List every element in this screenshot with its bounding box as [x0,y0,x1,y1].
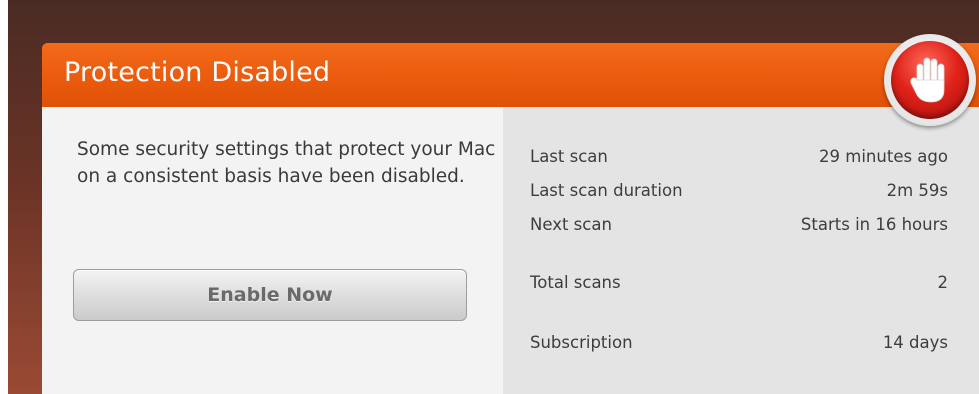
stat-row-subscription: Subscription 14 days [530,333,948,361]
scan-stats-section: Last scan 29 minutes ago Last scan durat… [503,107,979,394]
stat-value: 29 minutes ago [819,147,948,166]
protection-status-panel: Protection Disabled Some security settin… [42,43,979,394]
enable-now-button-label: Enable Now [207,284,333,306]
stat-value: 2m 59s [886,181,948,200]
stat-row-last-scan-duration: Last scan duration 2m 59s [530,181,948,209]
stat-label: Next scan [530,215,612,234]
hand-icon [910,57,945,103]
stat-label: Subscription [530,333,633,352]
status-message: Some security settings that protect your… [77,139,496,187]
stat-label: Total scans [530,273,621,292]
stat-value: Starts in 16 hours [800,215,948,234]
stat-row-total-scans: Total scans 2 [530,273,948,301]
stat-label: Last scan [530,147,608,166]
stat-value: 14 days [882,333,948,352]
stat-value: 2 [937,273,949,292]
stat-row-next-scan: Next scan Starts in 16 hours [530,215,948,243]
stop-badge-inner [891,41,969,119]
page-title: Protection Disabled [64,57,331,88]
stat-row-last-scan: Last scan 29 minutes ago [530,147,948,175]
stat-label: Last scan duration [530,181,683,200]
panel-header: Protection Disabled [42,43,979,107]
stop-hand-icon [884,34,976,126]
status-message-section: Some security settings that protect your… [42,107,503,394]
enable-now-button[interactable]: Enable Now [73,269,467,321]
